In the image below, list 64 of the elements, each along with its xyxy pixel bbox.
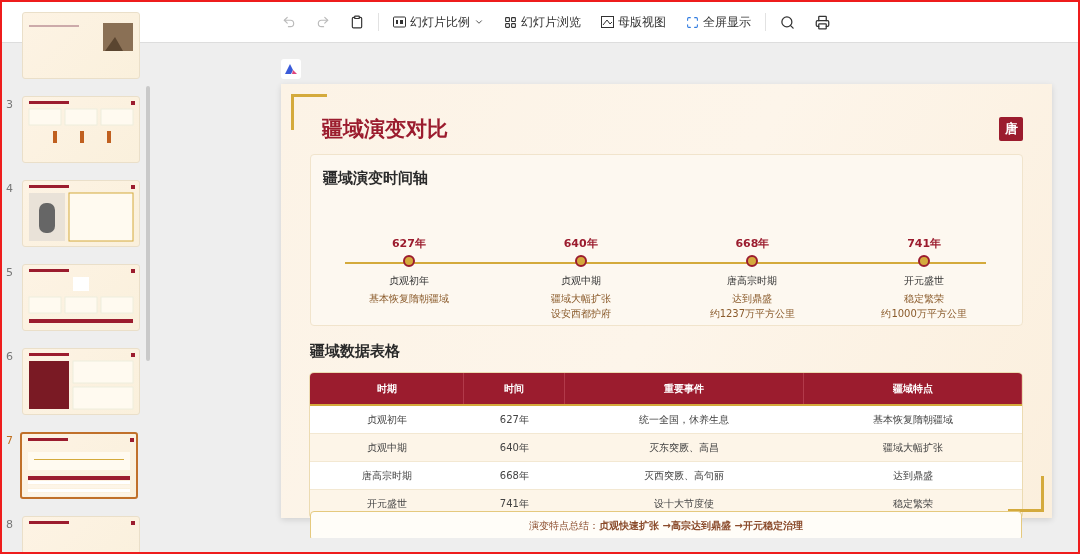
clipboard-icon [350, 15, 364, 29]
table-cell: 灭西突厥、高句丽 [564, 461, 804, 490]
timeline-dot [918, 254, 931, 267]
section-heading: 疆域演变时间轴 [323, 168, 429, 188]
redo-icon [316, 15, 330, 29]
toolbar-button[interactable]: 幻灯片浏览 [496, 9, 589, 35]
timeline-label: 贞观初年 [388, 273, 429, 288]
chevron-down-icon [474, 17, 484, 27]
corner-bracket-icon [1008, 476, 1044, 512]
table-cell: 疆域大幅扩张 [803, 433, 1022, 462]
column-header: 疆域特点 [803, 373, 1022, 405]
toolbar-button[interactable]: 母版视图 [593, 9, 674, 35]
table-cell: 贞观中期 [310, 433, 464, 462]
search-icon [780, 14, 795, 30]
table-cell: 唐高宗时期 [310, 461, 464, 490]
toolbar-button[interactable]: 幻灯片比例 [385, 9, 492, 35]
timeline-year: 741年 [907, 235, 942, 250]
column-header: 时间 [463, 373, 565, 405]
timeline-dot [402, 254, 415, 267]
slide-number: 7 [6, 434, 14, 447]
table-cell: 668年 [463, 461, 565, 490]
table-cell: 640年 [463, 433, 565, 462]
timeline-dot [574, 254, 587, 267]
timeline-label: 贞观中期 [560, 273, 601, 288]
image-edit-icon [601, 16, 614, 28]
timeline-description: 设安西都护府 [550, 306, 611, 321]
printer-icon [815, 14, 830, 30]
dynasty-badge: 唐 [999, 116, 1023, 141]
table-cell: 基本恢复隋朝疆域 [803, 405, 1022, 434]
section-heading: 疆域数据表格 [310, 342, 401, 361]
table-cell: 贞观初年 [310, 405, 464, 434]
aspect-ratio-icon [393, 16, 406, 28]
timeline-dot [746, 254, 759, 267]
table-cell: 627年 [463, 405, 565, 434]
timeline-description: 约1237万平方公里 [709, 306, 796, 321]
timeline-description: 疆域大幅扩张 [550, 291, 611, 306]
timeline-description: 约1000万平方公里 [881, 306, 967, 321]
undo-icon [282, 15, 296, 29]
column-header: 时期 [310, 373, 464, 405]
grid-icon [504, 15, 517, 29]
table-cell: 灭东突厥、高昌 [564, 433, 804, 462]
column-header: 重要事件 [564, 373, 804, 405]
scrollbar[interactable] [146, 86, 150, 361]
timeline-description: 基本恢复隋朝疆域 [368, 291, 449, 306]
toolbar-button[interactable]: 全屏显示 [678, 9, 759, 35]
fullscreen-icon [686, 15, 699, 29]
summary-text: 演变特点总结：贞观快速扩张 →高宗达到鼎盛 →开元稳定治理 [310, 511, 1022, 541]
slide-number: 5 [6, 266, 14, 279]
slide-number: 4 [6, 182, 14, 195]
table-cell: 达到鼎盛 [803, 461, 1022, 490]
timeline-description: 稳定繁荣 [904, 291, 945, 306]
slide-thumbnail[interactable] [20, 432, 138, 499]
app-logo-icon [281, 59, 301, 79]
timeline-label: 唐高宗时期 [727, 273, 778, 288]
timeline-label: 开元盛世 [904, 273, 945, 288]
slide-number: 3 [6, 98, 14, 111]
timeline-year: 640年 [563, 235, 598, 250]
timeline-year: 627年 [391, 235, 426, 250]
slide-number: 6 [6, 350, 14, 363]
slide-title: 疆域演变对比 [322, 115, 448, 143]
timeline-year: 668年 [735, 235, 770, 250]
table-cell: 统一全国，休养生息 [564, 405, 804, 434]
timeline-description: 达到鼎盛 [732, 291, 773, 306]
slide-number: 8 [6, 518, 14, 531]
